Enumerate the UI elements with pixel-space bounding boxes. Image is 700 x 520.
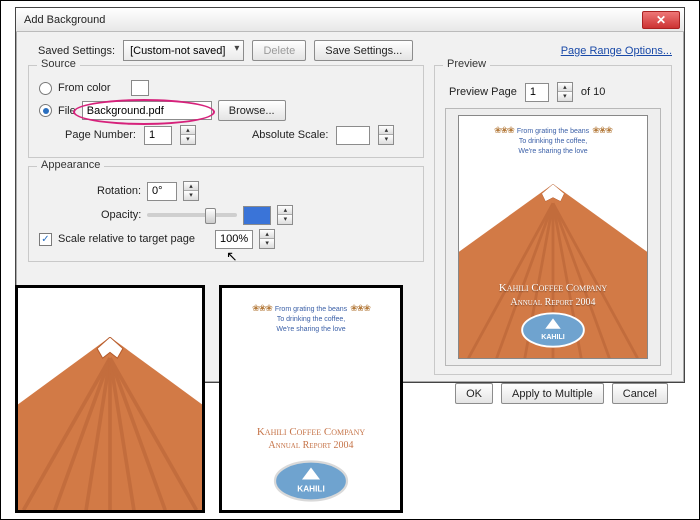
opacity-spinner[interactable]: ▴▾: [277, 205, 293, 225]
page-number-spinner[interactable]: ▴▾: [180, 125, 196, 145]
sample-background-only: [15, 285, 205, 513]
preview-page-label: Preview Page: [449, 86, 517, 98]
scale-relative-spinner[interactable]: ▴▾: [259, 229, 275, 249]
scale-relative-checkbox[interactable]: [39, 233, 52, 246]
preview-page: ❀❀❀ From grating the beans ❀❀❀ To drinki…: [458, 115, 648, 359]
file-label: File: [58, 105, 76, 117]
scale-relative-field[interactable]: 100%: [215, 230, 253, 249]
page-range-options-link[interactable]: Page Range Options...: [561, 45, 672, 57]
from-color-radio[interactable]: [39, 82, 52, 95]
browse-button[interactable]: Browse...: [218, 100, 286, 121]
rotation-spinner[interactable]: ▴▾: [183, 181, 199, 201]
svg-text:KAHILI: KAHILI: [297, 485, 325, 494]
from-color-label: From color: [58, 82, 111, 94]
preview-group: Preview Preview Page 1 ▴▾ of 10 ❀❀❀ From…: [434, 65, 672, 375]
source-group: Source From color File Background.pdf Br…: [28, 65, 424, 158]
window-title: Add Background: [24, 14, 105, 26]
absolute-scale-label: Absolute Scale:: [252, 129, 328, 141]
preview-page-spinner[interactable]: ▴▾: [557, 82, 573, 102]
page-number-field[interactable]: 1: [144, 126, 172, 145]
saved-settings-label: Saved Settings:: [38, 45, 115, 57]
sample-cover-only: ❀❀❀ From grating the beans ❀❀❀ To drinki…: [219, 285, 403, 513]
file-radio[interactable]: [39, 104, 52, 117]
save-settings-button[interactable]: Save Settings...: [314, 40, 413, 61]
kahili-logo: KAHILI: [520, 312, 586, 348]
ok-button[interactable]: OK: [455, 383, 493, 404]
scale-relative-label: Scale relative to target page: [58, 233, 195, 245]
appearance-legend: Appearance: [37, 159, 104, 171]
appearance-group: Appearance Rotation: 0° ▴▾ Opacity: ▴▾: [28, 166, 424, 262]
opacity-slider[interactable]: [147, 213, 237, 217]
rotation-label: Rotation:: [97, 185, 141, 197]
preview-of-label: of 10: [581, 86, 605, 98]
delete-button[interactable]: Delete: [252, 40, 306, 61]
cover-company: Kahili Coffee Company: [459, 282, 647, 294]
rotation-field[interactable]: 0°: [147, 182, 177, 201]
preview-quotes: ❀❀❀ From grating the beans ❀❀❀ To drinki…: [459, 124, 647, 157]
preview-legend: Preview: [443, 58, 490, 70]
absolute-scale-field[interactable]: [336, 126, 370, 145]
cancel-button[interactable]: Cancel: [612, 383, 668, 404]
preview-page-field[interactable]: 1: [525, 83, 549, 102]
titlebar[interactable]: Add Background ✕: [16, 8, 684, 32]
preview-viewport: ❀❀❀ From grating the beans ❀❀❀ To drinki…: [445, 108, 661, 366]
source-legend: Source: [37, 58, 80, 70]
saved-settings-select[interactable]: [Custom-not saved]: [123, 40, 244, 61]
opacity-field[interactable]: [243, 206, 271, 225]
close-button[interactable]: ✕: [642, 11, 680, 29]
opacity-label: Opacity:: [101, 209, 141, 221]
file-field[interactable]: Background.pdf: [82, 101, 212, 120]
apply-multiple-button[interactable]: Apply to Multiple: [501, 383, 604, 404]
cover-subtitle: Annual Report 2004: [459, 297, 647, 308]
color-swatch[interactable]: [131, 80, 149, 96]
svg-text:KAHILI: KAHILI: [541, 334, 565, 341]
absolute-scale-spinner[interactable]: ▴▾: [378, 125, 394, 145]
page-number-label: Page Number:: [65, 129, 136, 141]
